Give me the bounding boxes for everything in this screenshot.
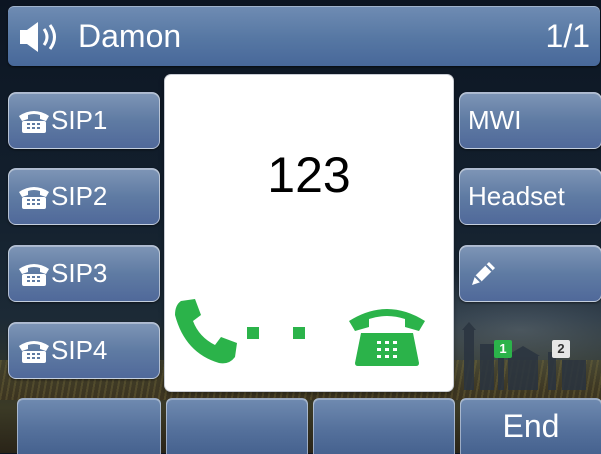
- line-key-label: MWI: [468, 105, 522, 135]
- call-dialog: 123: [165, 75, 453, 391]
- line-key-sip2[interactable]: SIP2: [8, 168, 160, 225]
- line-key-headset[interactable]: Headset: [459, 168, 601, 225]
- line-key-sip1[interactable]: SIP1: [8, 92, 160, 149]
- caller-name: Damon: [78, 18, 182, 54]
- line-key-sip4[interactable]: SIP4: [8, 322, 160, 379]
- account-indicator-2: 2: [552, 340, 570, 358]
- handset-icon: [175, 299, 237, 364]
- speaker-icon: [20, 22, 56, 52]
- phone-icon: [19, 264, 49, 286]
- line-key-label: Headset: [468, 181, 565, 211]
- connecting-dot: [247, 327, 259, 339]
- line-key-label: SIP3: [51, 258, 108, 288]
- phone-icon: [19, 111, 49, 133]
- connecting-dot: [293, 327, 305, 339]
- phone-icon: [19, 341, 49, 363]
- phone-icon: [19, 187, 49, 209]
- desk-phone-icon: [349, 309, 425, 366]
- account-indicator-1: 1: [494, 340, 512, 358]
- page-indicator: 1/1: [545, 18, 590, 54]
- line-key-edit[interactable]: [459, 245, 601, 302]
- pencil-icon: [472, 262, 495, 285]
- end-call-button[interactable]: End: [460, 398, 601, 454]
- line-key-sip3[interactable]: SIP3: [8, 245, 160, 302]
- softkey-1[interactable]: [17, 398, 161, 454]
- softkey-2[interactable]: [166, 398, 308, 454]
- line-key-label: SIP4: [51, 335, 108, 365]
- line-key-label: SIP2: [51, 181, 108, 211]
- dialed-number: 123: [267, 147, 351, 203]
- wallpaper-scenery: [462, 322, 586, 390]
- softkey-3[interactable]: [313, 398, 455, 454]
- title-bar: Damon 1/1: [8, 6, 600, 66]
- line-key-mwi[interactable]: MWI: [459, 92, 601, 149]
- line-key-label: SIP1: [51, 105, 108, 135]
